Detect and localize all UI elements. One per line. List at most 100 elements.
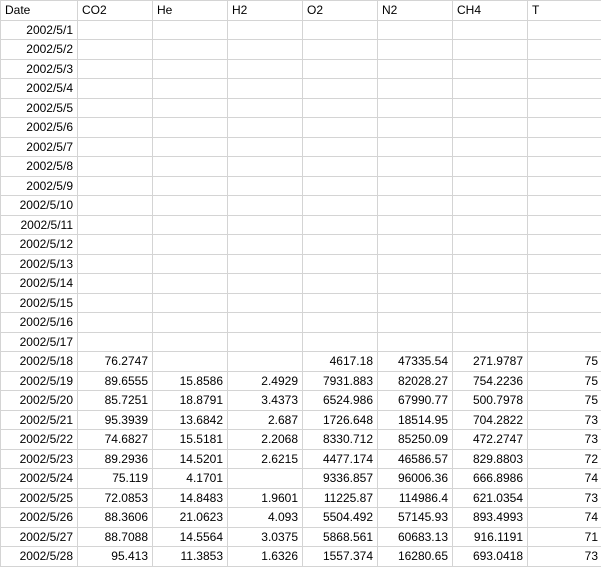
cell-value[interactable]: 18.8791 [153,391,228,411]
header-ch4[interactable]: CH4 [453,1,528,21]
cell-value[interactable] [453,118,528,138]
cell-value[interactable] [228,157,303,177]
cell-value[interactable] [453,254,528,274]
cell-value[interactable]: 2.2068 [228,430,303,450]
cell-value[interactable]: 4477.174 [303,449,378,469]
cell-value[interactable] [453,79,528,99]
cell-value[interactable] [228,313,303,333]
cell-value[interactable] [378,235,453,255]
header-n2[interactable]: N2 [378,1,453,21]
cell-value[interactable] [228,332,303,352]
cell-value[interactable]: 82028.27 [378,371,453,391]
cell-date[interactable]: 2002/5/23 [1,449,78,469]
cell-date[interactable]: 2002/5/19 [1,371,78,391]
cell-date[interactable]: 2002/5/9 [1,176,78,196]
cell-value[interactable]: 114986.4 [378,488,453,508]
cell-value[interactable]: 4.093 [228,508,303,528]
cell-value[interactable]: 9336.857 [303,469,378,489]
cell-value[interactable] [378,98,453,118]
cell-value[interactable] [453,235,528,255]
cell-value[interactable]: 2.687 [228,410,303,430]
cell-value[interactable]: 1.9601 [228,488,303,508]
cell-value[interactable] [228,118,303,138]
cell-value[interactable]: 75.119 [78,469,153,489]
cell-value[interactable]: 2.6215 [228,449,303,469]
cell-value[interactable] [78,118,153,138]
cell-value[interactable] [453,20,528,40]
cell-value[interactable] [78,293,153,313]
cell-value[interactable] [528,196,601,216]
cell-value[interactable]: 8330.712 [303,430,378,450]
cell-value[interactable] [153,254,228,274]
cell-value[interactable]: 95.3939 [78,410,153,430]
cell-value[interactable] [453,157,528,177]
header-co2[interactable]: CO2 [78,1,153,21]
cell-value[interactable] [528,137,601,157]
cell-value[interactable] [453,59,528,79]
cell-date[interactable]: 2002/5/4 [1,79,78,99]
cell-value[interactable] [78,40,153,60]
cell-value[interactable] [378,79,453,99]
cell-value[interactable] [303,157,378,177]
cell-date[interactable]: 2002/5/2 [1,40,78,60]
cell-value[interactable]: 15.5181 [153,430,228,450]
cell-value[interactable] [378,313,453,333]
cell-value[interactable] [528,332,601,352]
cell-value[interactable] [303,20,378,40]
cell-value[interactable] [78,79,153,99]
cell-value[interactable]: 15.8586 [153,371,228,391]
cell-value[interactable] [153,118,228,138]
cell-date[interactable]: 2002/5/11 [1,215,78,235]
cell-value[interactable] [378,157,453,177]
cell-value[interactable] [228,196,303,216]
cell-value[interactable] [78,254,153,274]
cell-value[interactable] [528,79,601,99]
cell-date[interactable]: 2002/5/18 [1,352,78,372]
cell-date[interactable]: 2002/5/14 [1,274,78,294]
cell-value[interactable]: 88.3606 [78,508,153,528]
cell-value[interactable] [528,235,601,255]
cell-date[interactable]: 2002/5/1 [1,20,78,40]
cell-value[interactable] [528,293,601,313]
cell-value[interactable]: 73 [528,488,601,508]
cell-value[interactable] [303,176,378,196]
cell-value[interactable] [303,254,378,274]
cell-value[interactable] [78,332,153,352]
cell-value[interactable]: 500.7978 [453,391,528,411]
cell-value[interactable] [528,59,601,79]
cell-value[interactable]: 7931.883 [303,371,378,391]
cell-value[interactable] [153,157,228,177]
cell-value[interactable] [153,313,228,333]
cell-value[interactable]: 60683.13 [378,527,453,547]
cell-date[interactable]: 2002/5/13 [1,254,78,274]
cell-value[interactable]: 47335.54 [378,352,453,372]
cell-value[interactable] [453,313,528,333]
cell-value[interactable] [303,40,378,60]
cell-value[interactable] [303,98,378,118]
cell-value[interactable] [78,176,153,196]
cell-value[interactable] [78,215,153,235]
cell-value[interactable] [453,293,528,313]
cell-value[interactable] [78,20,153,40]
cell-value[interactable]: 73 [528,547,601,567]
cell-value[interactable] [228,79,303,99]
cell-value[interactable] [303,313,378,333]
header-he[interactable]: He [153,1,228,21]
cell-value[interactable] [378,254,453,274]
cell-date[interactable]: 2002/5/12 [1,235,78,255]
header-h2[interactable]: H2 [228,1,303,21]
cell-value[interactable] [303,274,378,294]
cell-value[interactable] [528,215,601,235]
cell-value[interactable]: 14.5201 [153,449,228,469]
cell-value[interactable] [228,176,303,196]
cell-value[interactable] [453,274,528,294]
cell-date[interactable]: 2002/5/8 [1,157,78,177]
cell-value[interactable]: 46586.57 [378,449,453,469]
cell-value[interactable]: 916.1191 [453,527,528,547]
cell-value[interactable] [78,235,153,255]
cell-value[interactable] [228,215,303,235]
cell-date[interactable]: 2002/5/17 [1,332,78,352]
cell-value[interactable] [228,254,303,274]
cell-value[interactable]: 5868.561 [303,527,378,547]
cell-date[interactable]: 2002/5/3 [1,59,78,79]
